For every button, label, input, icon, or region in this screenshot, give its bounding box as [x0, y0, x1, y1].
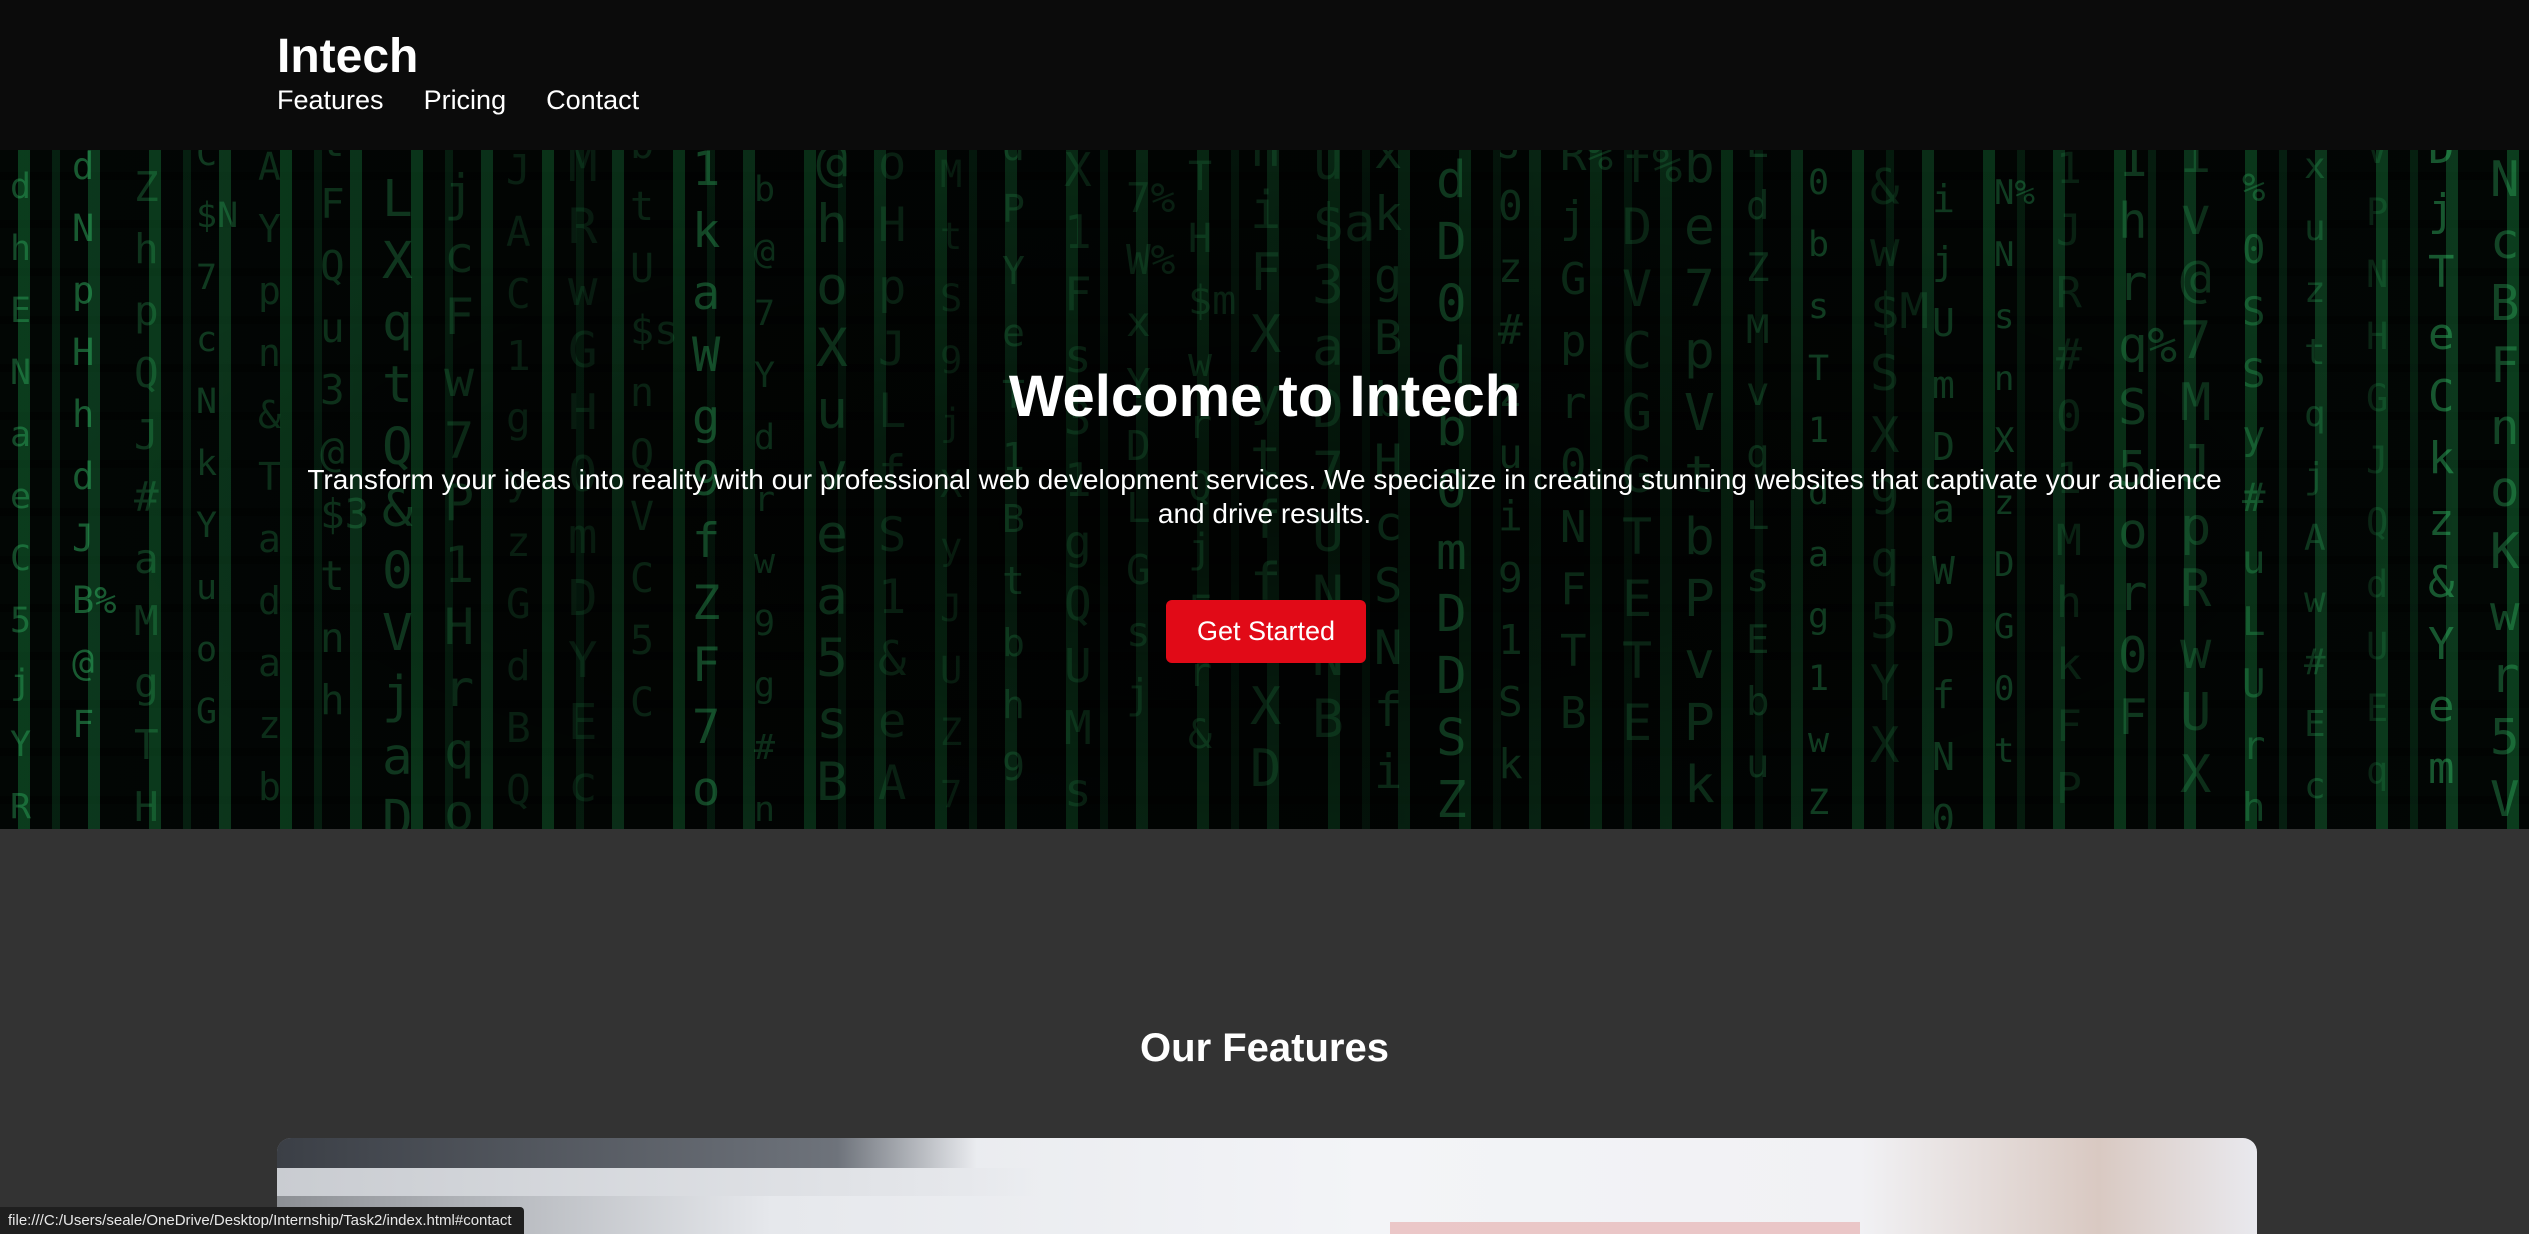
- site-header: Intech Features Pricing Contact: [0, 0, 2529, 150]
- get-started-button[interactable]: Get Started: [1166, 600, 1366, 663]
- hero-description: Transform your ideas into reality with o…: [307, 464, 2222, 529]
- hero-section: dhENaeC5jYRdNpHhdJB%@FZhpQJ#aMgTHC$N7cNk…: [0, 150, 2529, 829]
- feature-image-browser-tabs: [277, 1168, 1037, 1196]
- feature-card-image: [277, 1138, 2257, 1234]
- brand-logo[interactable]: Intech: [277, 28, 418, 86]
- hero-title: Welcome to Intech: [1008, 364, 1521, 429]
- features-heading: Our Features: [1140, 1026, 1389, 1070]
- nav-link-pricing[interactable]: Pricing: [424, 83, 507, 117]
- feature-image-accent: [1390, 1222, 1860, 1234]
- page: Intech Features Pricing Contact dhENaeC5…: [0, 0, 2529, 1234]
- feature-image-browser-bar: [277, 1138, 977, 1168]
- browser-status-url: file:///C:/Users/seale/OneDrive/Desktop/…: [0, 1207, 524, 1234]
- main-nav: Features Pricing Contact: [277, 83, 639, 117]
- nav-link-contact[interactable]: Contact: [546, 83, 639, 117]
- nav-link-features[interactable]: Features: [277, 83, 384, 117]
